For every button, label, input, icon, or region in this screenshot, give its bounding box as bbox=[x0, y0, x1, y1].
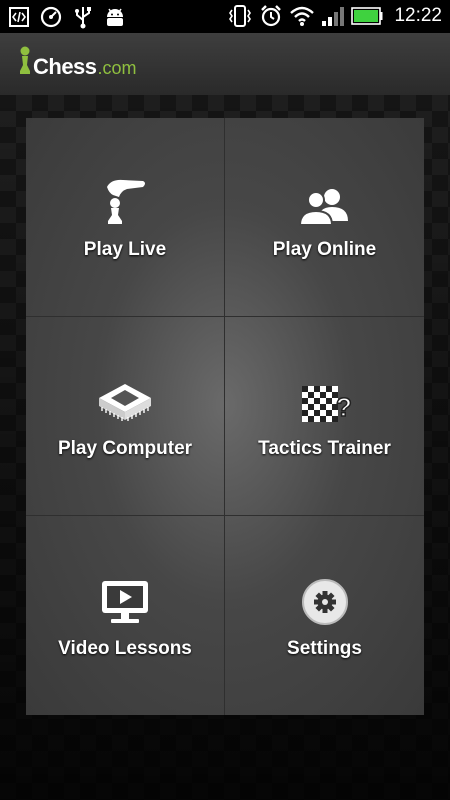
play-live-label: Play Live bbox=[83, 239, 167, 260]
play-computer-label: Play Computer bbox=[57, 438, 193, 459]
logo-domain: .com bbox=[97, 58, 137, 78]
usb-icon bbox=[70, 4, 96, 30]
status-clock: 12:22 bbox=[394, 5, 442, 26]
video-lessons-label: Video Lessons bbox=[58, 637, 192, 659]
speedometer-icon bbox=[38, 4, 64, 30]
battery-icon bbox=[351, 3, 383, 29]
chip-icon bbox=[95, 372, 155, 426]
users-icon bbox=[296, 173, 354, 227]
vibrate-icon bbox=[227, 3, 253, 29]
android-icon bbox=[102, 4, 128, 30]
play-online-button[interactable]: Play Online bbox=[225, 118, 424, 317]
status-bar: 12:22 bbox=[0, 0, 450, 33]
play-online-label: Play Online bbox=[272, 239, 377, 260]
svg-text:?: ? bbox=[336, 392, 352, 422]
signal-icon bbox=[320, 3, 346, 29]
tactics-trainer-label: Tactics Trainer bbox=[258, 438, 391, 459]
pawn-icon bbox=[18, 45, 32, 80]
wifi-icon bbox=[289, 3, 315, 29]
video-lessons-button[interactable]: Video Lessons bbox=[26, 516, 225, 715]
play-live-button[interactable]: Play Live bbox=[26, 118, 225, 317]
logo-text: Chess bbox=[33, 54, 97, 79]
code-icon bbox=[6, 4, 32, 30]
tactics-trainer-button[interactable]: ? Tactics Trainer bbox=[225, 317, 424, 516]
gear-icon bbox=[301, 572, 349, 626]
play-computer-button[interactable]: Play Computer bbox=[26, 317, 225, 516]
video-monitor-icon bbox=[99, 572, 151, 626]
app-header: Chess .com bbox=[0, 33, 450, 95]
settings-button[interactable]: Settings bbox=[225, 516, 424, 715]
chess-com-logo: Chess .com bbox=[18, 45, 137, 80]
play-live-icon bbox=[101, 173, 149, 227]
settings-label: Settings bbox=[287, 637, 362, 659]
tactics-board-icon: ? bbox=[298, 372, 352, 426]
alarm-icon bbox=[258, 3, 284, 29]
main-menu-grid: Play Live Play Online Play Computer ? Ta… bbox=[26, 118, 424, 715]
